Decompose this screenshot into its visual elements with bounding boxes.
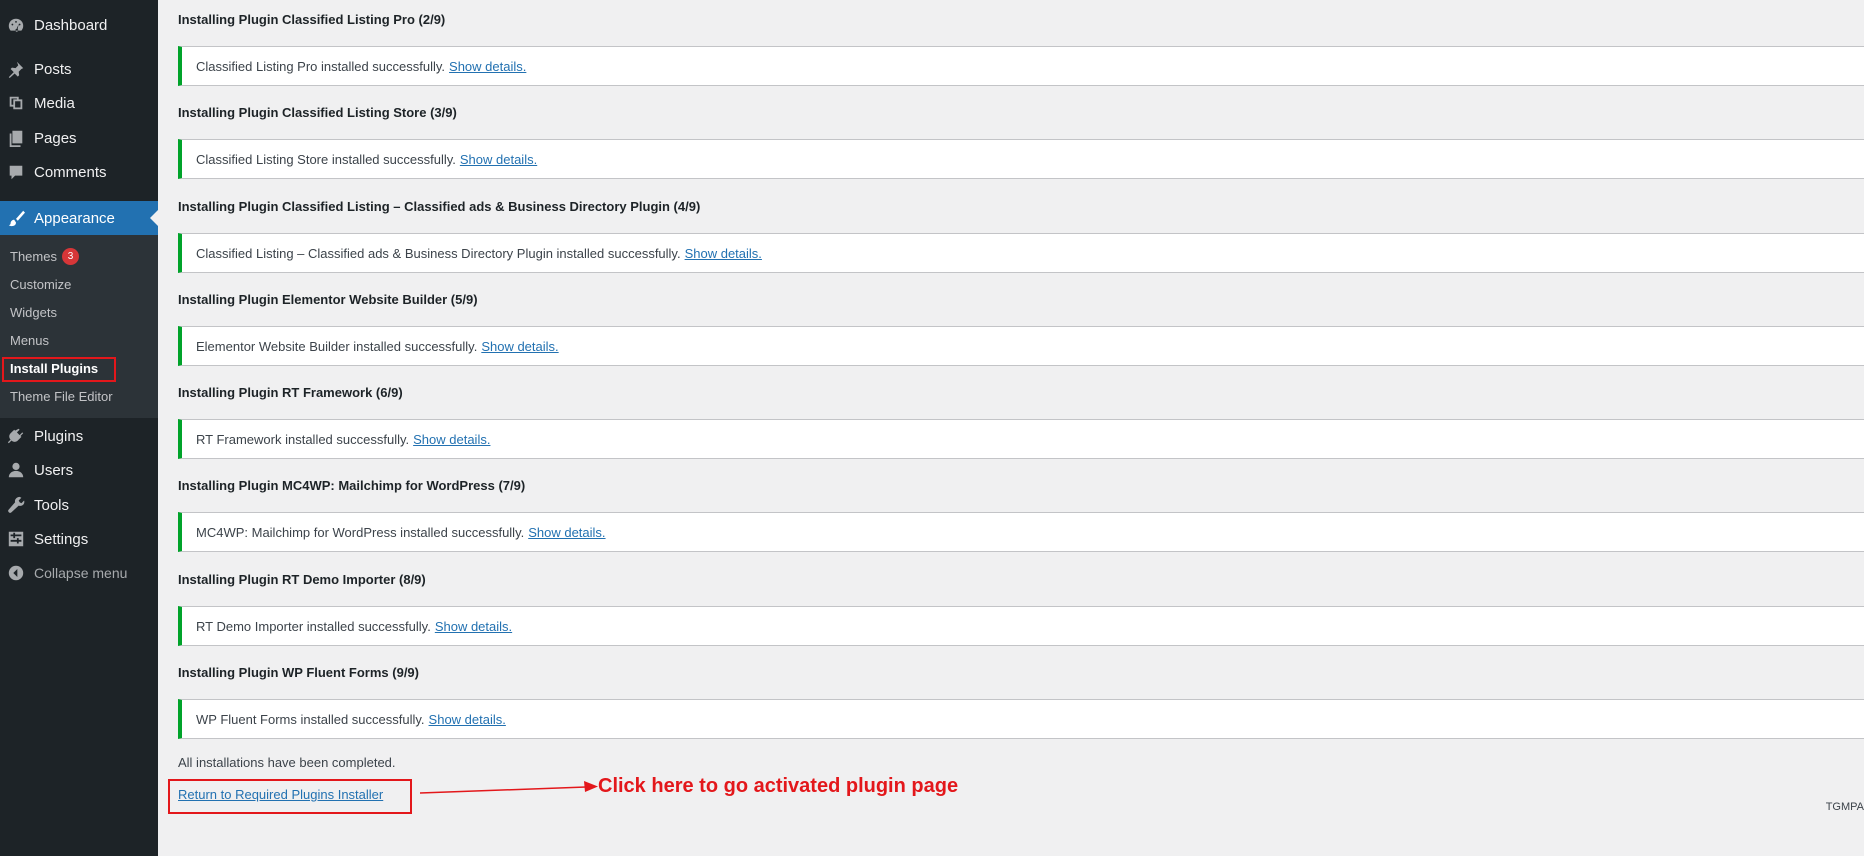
footer-credit: TGMPA (1825, 801, 1864, 813)
notice-message: Elementor Website Builder installed succ… (196, 338, 478, 354)
notice-message: Classified Listing Store installed succe… (196, 151, 456, 167)
submenu-theme-file-editor[interactable]: Theme File Editor (10, 389, 113, 404)
menu-media-label: Media (34, 94, 75, 112)
submenu-customize[interactable]: Customize (10, 277, 71, 292)
menu-settings-label: Settings (34, 530, 89, 548)
collapse-icon (7, 564, 25, 582)
notice-message: RT Demo Importer installed successfully. (196, 618, 431, 634)
wrench-icon (7, 496, 25, 514)
step-title: Installing Plugin RT Framework (6/9) (178, 385, 403, 400)
install-plugins-highlight-box (2, 357, 116, 382)
return-to-installer-link[interactable]: Return to Required Plugins Installer (178, 787, 383, 802)
menu-dashboard-label: Dashboard (34, 16, 108, 34)
menu-comments[interactable]: Comments (0, 155, 158, 189)
completion-message: All installations have been completed. (178, 755, 396, 770)
annotation-arrow (420, 781, 598, 794)
menu-users[interactable]: Users (0, 453, 158, 487)
menu-tools-label: Tools (34, 496, 70, 514)
step-title: Installing Plugin WP Fluent Forms (9/9) (178, 665, 419, 680)
current-menu-arrow (150, 210, 158, 226)
menu-settings[interactable]: Settings (0, 522, 158, 556)
notice-message: Classified Listing Pro installed success… (196, 58, 446, 74)
show-details-link[interactable]: Show details. (435, 619, 512, 634)
appearance-submenu: Themes 3 Customize Widgets Menus Install… (0, 235, 158, 418)
success-notice: RT Demo Importer installed successfully.… (178, 606, 1864, 646)
menu-posts[interactable]: Posts (0, 52, 158, 86)
menu-comments-label: Comments (34, 163, 107, 181)
step-title: Installing Plugin Elementor Website Buil… (178, 292, 478, 307)
success-notice: Classified Listing – Classified ads & Bu… (178, 233, 1864, 273)
plugin-icon (7, 427, 25, 445)
dashboard-icon (7, 16, 25, 34)
media-icon (7, 94, 25, 112)
menu-posts-label: Posts (34, 60, 72, 78)
submenu-customize-label: Customize (10, 277, 72, 292)
show-details-link[interactable]: Show details. (685, 246, 762, 261)
submenu-widgets[interactable]: Widgets (10, 305, 57, 320)
collapse-menu-button[interactable]: Collapse menu (0, 556, 158, 590)
submenu-widgets-label: Widgets (10, 305, 57, 320)
show-details-link[interactable]: Show details. (413, 432, 490, 447)
menu-media[interactable]: Media (0, 86, 158, 120)
pin-icon (7, 60, 25, 78)
show-details-link[interactable]: Show details. (528, 525, 605, 540)
success-notice: Elementor Website Builder installed succ… (178, 326, 1864, 366)
menu-users-label: Users (34, 461, 74, 479)
menu-pages[interactable]: Pages (0, 121, 158, 155)
annotation-text: Click here to go activated plugin page (598, 775, 959, 797)
menu-plugins[interactable]: Plugins (0, 419, 158, 453)
notice-message: MC4WP: Mailchimp for WordPress installed… (196, 524, 525, 540)
submenu-theme-file-editor-label: Theme File Editor (10, 389, 113, 404)
show-details-link[interactable]: Show details. (449, 59, 526, 74)
success-notice: Classified Listing Pro installed success… (178, 46, 1864, 86)
submenu-themes[interactable]: Themes 3 (10, 248, 79, 265)
menu-pages-label: Pages (34, 129, 77, 147)
submenu-menus[interactable]: Menus (10, 333, 49, 348)
show-details-link[interactable]: Show details. (460, 152, 537, 167)
notice-message: RT Framework installed successfully. (196, 431, 410, 447)
collapse-menu-label: Collapse menu (34, 565, 128, 581)
notice-message: WP Fluent Forms installed successfully. (196, 711, 425, 727)
success-notice: WP Fluent Forms installed successfully. … (178, 699, 1864, 739)
themes-update-badge: 3 (61, 248, 79, 265)
show-details-link[interactable]: Show details. (429, 712, 506, 727)
admin-sidebar: Dashboard Posts Media Pages Comments App… (0, 0, 158, 856)
settings-icon (7, 530, 25, 548)
step-title: Installing Plugin MC4WP: Mailchimp for W… (178, 478, 526, 493)
success-notice: MC4WP: Mailchimp for WordPress installed… (178, 512, 1864, 552)
menu-appearance-label: Appearance (34, 209, 115, 227)
step-title: Installing Plugin RT Demo Importer (8/9) (178, 572, 426, 587)
submenu-themes-label: Themes (10, 249, 57, 264)
success-notice: RT Framework installed successfully. Sho… (178, 419, 1864, 459)
step-title: Installing Plugin Classified Listing – C… (178, 199, 701, 214)
notice-message: Classified Listing – Classified ads & Bu… (196, 245, 681, 261)
menu-dashboard[interactable]: Dashboard (0, 8, 158, 42)
submenu-menus-label: Menus (10, 333, 50, 348)
menu-appearance[interactable]: Appearance (0, 201, 158, 235)
menu-plugins-label: Plugins (34, 427, 84, 445)
step-title: Installing Plugin Classified Listing Pro… (178, 12, 446, 27)
success-notice: Classified Listing Store installed succe… (178, 139, 1864, 179)
comment-icon (7, 163, 25, 181)
show-details-link[interactable]: Show details. (481, 339, 558, 354)
brush-icon (7, 209, 25, 227)
pages-icon (7, 129, 25, 147)
user-icon (7, 461, 25, 479)
main-content: Installing Plugin Classified Listing Pro… (168, 0, 1864, 856)
step-title: Installing Plugin Classified Listing Sto… (178, 105, 457, 120)
menu-tools[interactable]: Tools (0, 488, 158, 522)
